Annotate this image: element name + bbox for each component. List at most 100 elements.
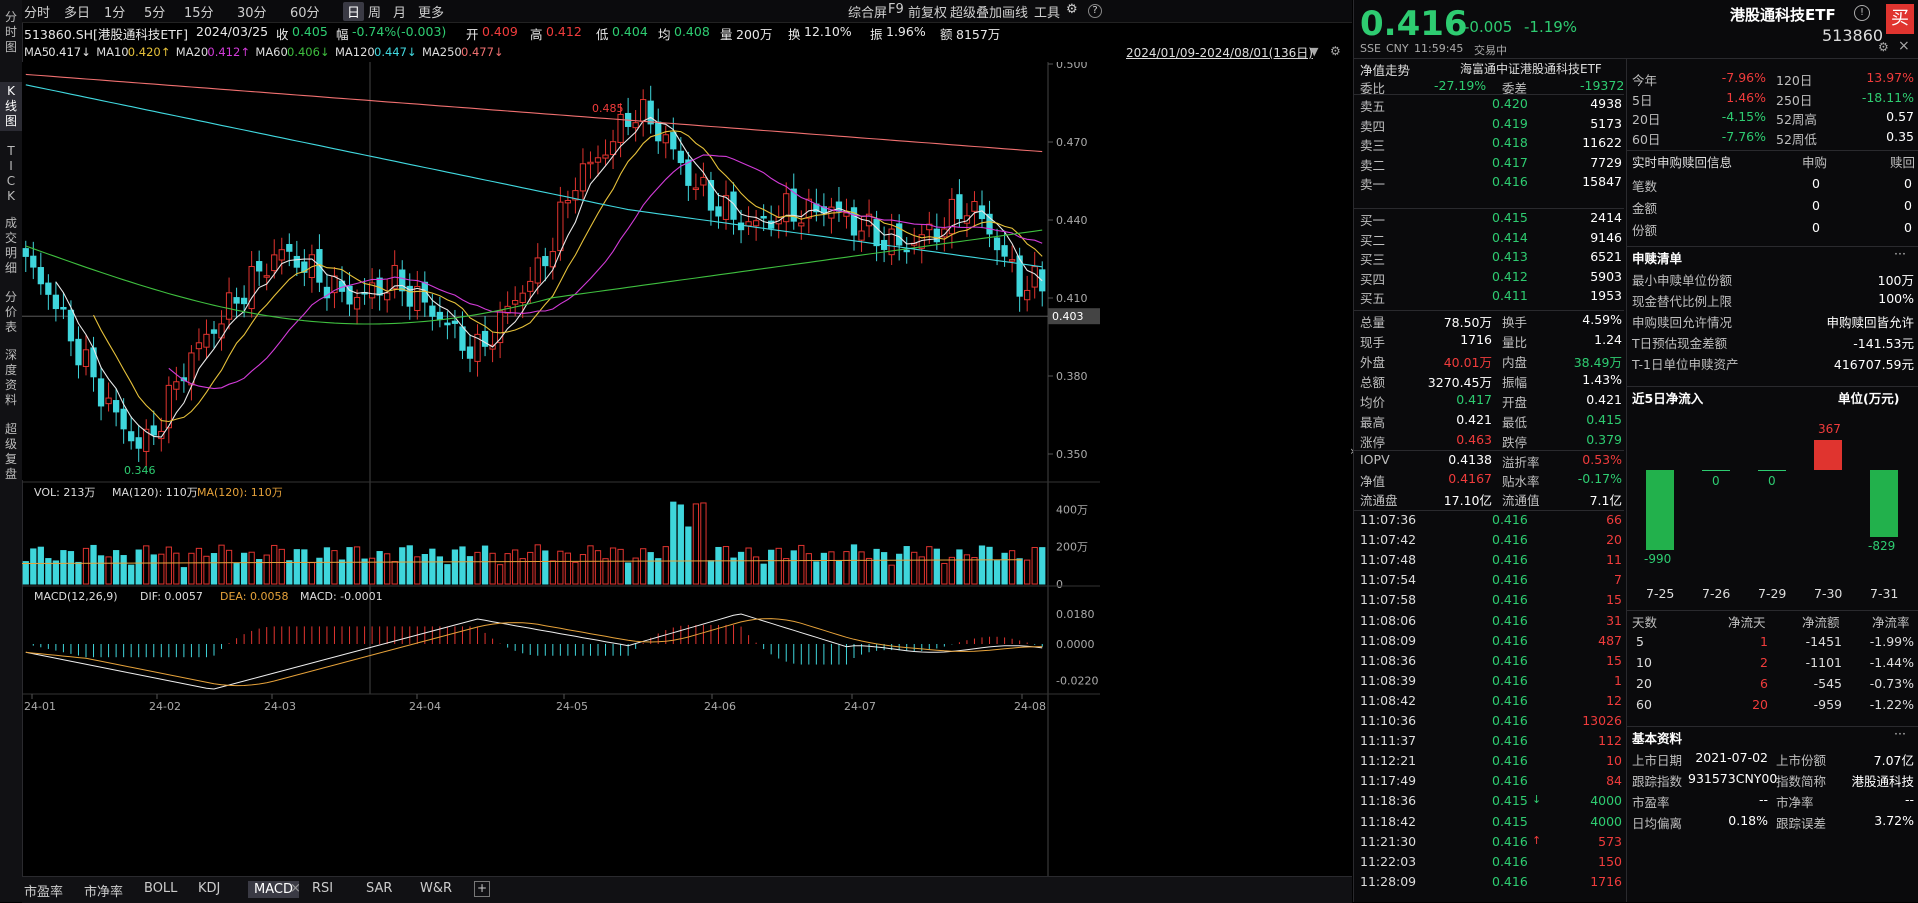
tick-time-0: 11:07:36 (1360, 512, 1417, 527)
view-tab-2[interactable]: TICK (0, 142, 22, 206)
perf-value-0: -7.96% (1721, 70, 1766, 85)
volume-bar (986, 546, 993, 585)
indicator-tab-5[interactable]: RSI (312, 881, 333, 896)
stat-label-0: 总量 (1360, 315, 1386, 330)
period-7[interactable]: 日 (343, 2, 365, 21)
kline-chart[interactable]: 0.500 0.470 0.440 0.410 0.380 0.350 0.403 0.485… (22, 62, 1352, 876)
period-4[interactable]: 15分 (184, 2, 214, 21)
subscribe-col: 申购 (1802, 155, 1828, 170)
view-tab-4[interactable]: 分价表 (0, 288, 22, 337)
indicator-tab-1[interactable]: 市净率 (84, 881, 123, 900)
period-9[interactable]: 月 (393, 2, 406, 21)
amount-value: 8157万 (956, 27, 1001, 42)
iopv-label2-2: 流通值 (1502, 493, 1540, 508)
settings-icon[interactable]: ⚙ (1330, 44, 1341, 58)
list-more-icon[interactable]: ··· (1894, 246, 1906, 261)
turnover-value: 12.10% (804, 24, 852, 39)
candle-body (594, 157, 602, 163)
volume-bar (105, 556, 112, 585)
tick-volume-5: 31 (1606, 612, 1622, 628)
toolbar-5[interactable]: 工具 (1034, 2, 1060, 21)
toolbar-1[interactable]: F9 (888, 2, 904, 17)
basic-more-icon[interactable]: ··· (1894, 726, 1906, 741)
basic-value2-2: -- (1904, 792, 1914, 807)
x-tick-label: 24-06 (704, 700, 736, 713)
volume-bar (233, 563, 240, 585)
toolbar-0[interactable]: 综合屏 (848, 2, 887, 21)
candle-body (512, 300, 519, 305)
gear-icon[interactable]: ⚙ (1066, 2, 1078, 17)
perf-label-3: 60日 (1632, 131, 1661, 147)
amplitude-label: 振 (870, 27, 883, 42)
candle-body (534, 257, 541, 284)
stat-label2-0: 换手 (1502, 315, 1528, 330)
candle-body (1024, 289, 1031, 301)
indicator-tab-0[interactable]: 市盈率 (24, 881, 63, 900)
indicator-tab-7[interactable]: W&R (420, 881, 452, 896)
bid-volume-0: 2414 (1590, 210, 1622, 225)
close-icon[interactable]: × (1898, 38, 1910, 54)
period-6[interactable]: 60分 (290, 2, 320, 21)
period-2[interactable]: 1分 (104, 2, 125, 21)
period-1[interactable]: 多日 (64, 2, 90, 21)
volume-bar (1008, 550, 1016, 585)
flow-date-1: 7-26 (1702, 586, 1731, 601)
period-3[interactable]: 5分 (144, 2, 165, 21)
view-tab-3[interactable]: 成交明细 (0, 214, 22, 278)
stat-label2-1: 量比 (1502, 335, 1528, 350)
flow-amount-2: -545 (1813, 676, 1842, 691)
toolbar-4[interactable]: 画线 (1002, 2, 1028, 21)
stat-value-0: 78.50万 (1443, 315, 1492, 330)
tick-price-18: 0.416 (1492, 873, 1528, 889)
toolbar-3[interactable]: 超级叠加 (950, 2, 1002, 21)
list-row-label-0: 最小申赎单位份额 (1632, 273, 1733, 288)
view-tab-1[interactable]: K线图 (0, 82, 22, 131)
collapse-icon[interactable]: ▼ (1310, 45, 1318, 58)
period-10[interactable]: 更多 (418, 2, 444, 21)
view-tab-0[interactable]: 分时图 (0, 8, 22, 57)
price-change: -0.005 (1464, 18, 1513, 36)
view-tab-6[interactable]: 超级复盘 (0, 420, 22, 484)
candle-body (414, 285, 421, 311)
high-label: 高 (530, 27, 543, 42)
flow-bar-2 (1758, 470, 1786, 471)
volume-bar (474, 551, 481, 585)
volume-bar (557, 550, 564, 585)
period-0[interactable]: 分时 (24, 2, 50, 21)
basic-label-1: 跟踪指数 (1632, 774, 1683, 789)
volume-bar (662, 546, 669, 585)
close-tab-icon[interactable]: × (290, 881, 301, 896)
tick-time-3: 11:07:54 (1360, 572, 1417, 588)
period-8[interactable]: 周 (368, 2, 381, 21)
volume-bar (700, 502, 707, 585)
nav-trend-label[interactable]: 净值走势 (1360, 60, 1410, 79)
settings-icon[interactable]: ⚙ (1878, 40, 1889, 54)
ask-level-4: 卖一 (1360, 177, 1386, 192)
help-icon[interactable]: ? (1088, 4, 1102, 18)
volume-bar (361, 558, 368, 585)
period-5[interactable]: 30分 (237, 2, 267, 21)
candle-body (752, 220, 760, 227)
indicator-tab-2[interactable]: BOLL (144, 881, 177, 896)
volume-bar (218, 544, 225, 585)
tick-price-1: 0.416 (1492, 532, 1528, 548)
flow-bar-3 (1814, 440, 1842, 470)
indicator-tab-6[interactable]: SAR (366, 881, 392, 896)
view-tab-5[interactable]: 深度资料 (0, 346, 22, 410)
tick-volume-7: 15 (1606, 652, 1622, 668)
buy-button[interactable]: 买 (1886, 4, 1914, 34)
add-tab-icon[interactable]: + (474, 881, 490, 897)
x-tick-label: 24-02 (149, 700, 181, 713)
bar-info-row: 513860.SH[港股通科技ETF] 2024/03/25 收 0.405 幅… (22, 22, 1352, 42)
bid-price-0: 0.415 (1492, 210, 1528, 225)
indicator-tab-3[interactable]: KDJ (198, 881, 220, 896)
volume-bar (67, 551, 75, 585)
volume-bar (376, 551, 383, 585)
date-range[interactable]: 2024/01/09-2024/08/01(136日) (1126, 44, 1313, 61)
info-icon[interactable]: ! (1854, 5, 1870, 21)
flow-rate-1: -1.44% (1869, 655, 1914, 670)
open-value: 0.409 (482, 24, 518, 39)
candle-body (662, 134, 669, 144)
perf-label2-3: 52周低 (1776, 131, 1817, 147)
toolbar-2[interactable]: 前复权 (908, 2, 947, 21)
